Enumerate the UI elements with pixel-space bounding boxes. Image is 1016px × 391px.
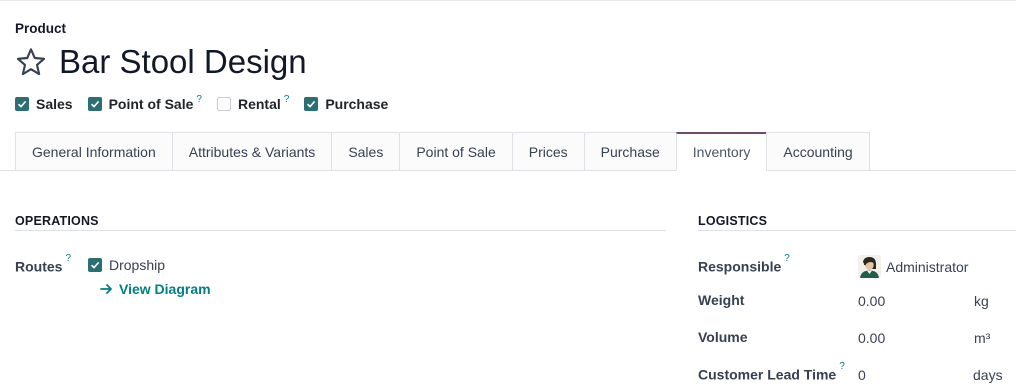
tab-attributes-variants[interactable]: Attributes & Variants [171, 132, 332, 171]
logistics-divider [698, 230, 1016, 231]
logistics-heading: LOGISTICS [698, 214, 768, 228]
view-diagram-text: View Diagram [119, 281, 211, 297]
tab-purchase[interactable]: Purchase [583, 132, 676, 171]
volume-input[interactable]: 0.00 [858, 330, 885, 346]
dropship-checkbox[interactable] [88, 258, 102, 272]
help-tooltip-icon[interactable]: ? [196, 94, 202, 105]
notebook-tabs: General Information Attributes & Variant… [15, 132, 870, 171]
tab-sales[interactable]: Sales [331, 132, 400, 171]
sales-checkbox[interactable] [15, 97, 29, 111]
responsible-value: Administrator [886, 258, 969, 275]
option-rental[interactable]: Rental ? [216, 94, 290, 112]
check-icon [307, 100, 316, 108]
option-label: Sales [36, 96, 73, 112]
view-diagram-link[interactable]: View Diagram [100, 281, 211, 297]
help-tooltip-icon[interactable]: ? [784, 253, 790, 264]
responsible-field[interactable]: Administrator [858, 255, 968, 278]
operations-divider [15, 230, 666, 231]
check-icon [90, 261, 100, 269]
option-label: Point of Sale [108, 96, 194, 112]
routes-label: Routes? [15, 253, 71, 275]
option-label: Purchase [325, 96, 389, 112]
route-dropship[interactable]: Dropship [88, 257, 165, 273]
weight-input[interactable]: 0.00 [858, 293, 885, 309]
arrow-right-icon [100, 284, 112, 294]
point-of-sale-checkbox[interactable] [87, 97, 102, 111]
purchase-checkbox[interactable] [304, 97, 319, 111]
help-tooltip-icon[interactable]: ? [284, 94, 290, 105]
rental-checkbox[interactable] [216, 97, 231, 111]
top-divider [0, 0, 1016, 1]
tab-point-of-sale[interactable]: Point of Sale [399, 132, 512, 171]
option-sales[interactable]: Sales [15, 96, 73, 112]
avatar [858, 255, 881, 278]
tab-general-information[interactable]: General Information [15, 132, 172, 171]
tab-accounting[interactable]: Accounting [766, 132, 870, 171]
breadcrumb[interactable]: Product [15, 21, 66, 36]
customer-lead-time-label: Customer Lead Time? [698, 361, 845, 383]
operations-heading: OPERATIONS [15, 214, 99, 228]
help-tooltip-icon[interactable]: ? [839, 361, 845, 372]
tab-prices[interactable]: Prices [511, 132, 584, 171]
volume-unit: m³ [974, 330, 991, 346]
lead-time-unit: days [973, 367, 1003, 383]
responsible-label: Responsible? [698, 253, 790, 275]
weight-label: Weight [698, 292, 745, 308]
tab-inventory[interactable]: Inventory [675, 132, 767, 171]
responsible-label-text: Responsible [698, 258, 782, 275]
volume-label: Volume [698, 329, 748, 345]
dropship-label: Dropship [109, 257, 166, 273]
product-options: Sales Point of Sale ? Rental ? Purchase [15, 94, 403, 112]
lead-time-input[interactable]: 0 [858, 367, 866, 383]
option-purchase[interactable]: Purchase [304, 96, 388, 112]
help-tooltip-icon[interactable]: ? [65, 253, 71, 264]
option-label: Rental [237, 96, 281, 112]
lead-time-label-text: Customer Lead Time [698, 366, 837, 383]
check-icon [17, 100, 27, 108]
product-name[interactable]: Bar Stool Design [59, 40, 307, 84]
star-icon[interactable] [15, 46, 47, 78]
title-row: Bar Stool Design [15, 40, 307, 84]
weight-unit: kg [974, 293, 989, 309]
check-icon [90, 100, 99, 108]
routes-label-text: Routes [15, 258, 63, 275]
option-point-of-sale[interactable]: Point of Sale ? [87, 94, 202, 112]
